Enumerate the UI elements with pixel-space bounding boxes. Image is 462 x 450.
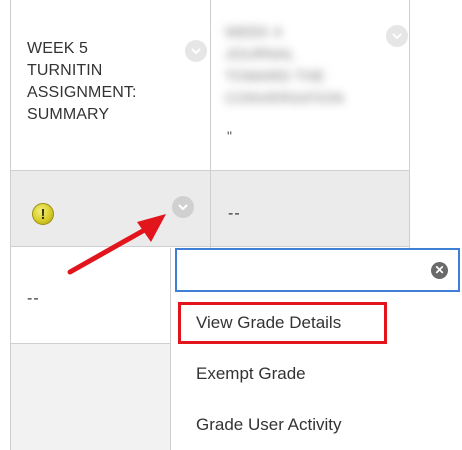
column-title-blurred: WEEK 4 JOURNAL TOWARD THE CONVERSATION [225, 24, 344, 107]
clear-search-icon[interactable]: ✕ [431, 262, 448, 279]
menu-search-input[interactable]: ✕ [175, 248, 460, 292]
column-title: WEEK 5 TURNITIN ASSIGNMENT: SUMMARY [27, 40, 137, 123]
column-options-chevron-icon[interactable] [386, 25, 408, 47]
grade-cell-value[interactable]: -- [27, 290, 40, 308]
grade-cell-value[interactable]: -- [228, 205, 241, 223]
grid-divider [10, 0, 11, 450]
highlight-box [178, 302, 387, 344]
grid-divider [409, 0, 410, 248]
menu-item-exempt-grade[interactable]: Exempt Grade [196, 364, 306, 384]
grid-divider [10, 170, 410, 171]
cell-options-chevron-icon[interactable] [172, 196, 194, 218]
grade-center-grid: WEEK 5 TURNITIN ASSIGNMENT: SUMMARY WEEK… [0, 0, 462, 450]
column-title-tail: " [227, 128, 232, 144]
grid-divider [210, 0, 211, 248]
grid-divider [10, 343, 170, 344]
column-header-week4: WEEK 4 JOURNAL TOWARD THE CONVERSATION " [211, 0, 409, 170]
column-header-week5-turnitin: WEEK 5 TURNITIN ASSIGNMENT: SUMMARY [10, 0, 210, 170]
menu-item-grade-user-activity[interactable]: Grade User Activity [196, 415, 342, 435]
grid-divider [10, 246, 410, 247]
column-options-chevron-icon[interactable] [185, 40, 207, 62]
needs-grading-icon[interactable]: ! [32, 203, 54, 225]
